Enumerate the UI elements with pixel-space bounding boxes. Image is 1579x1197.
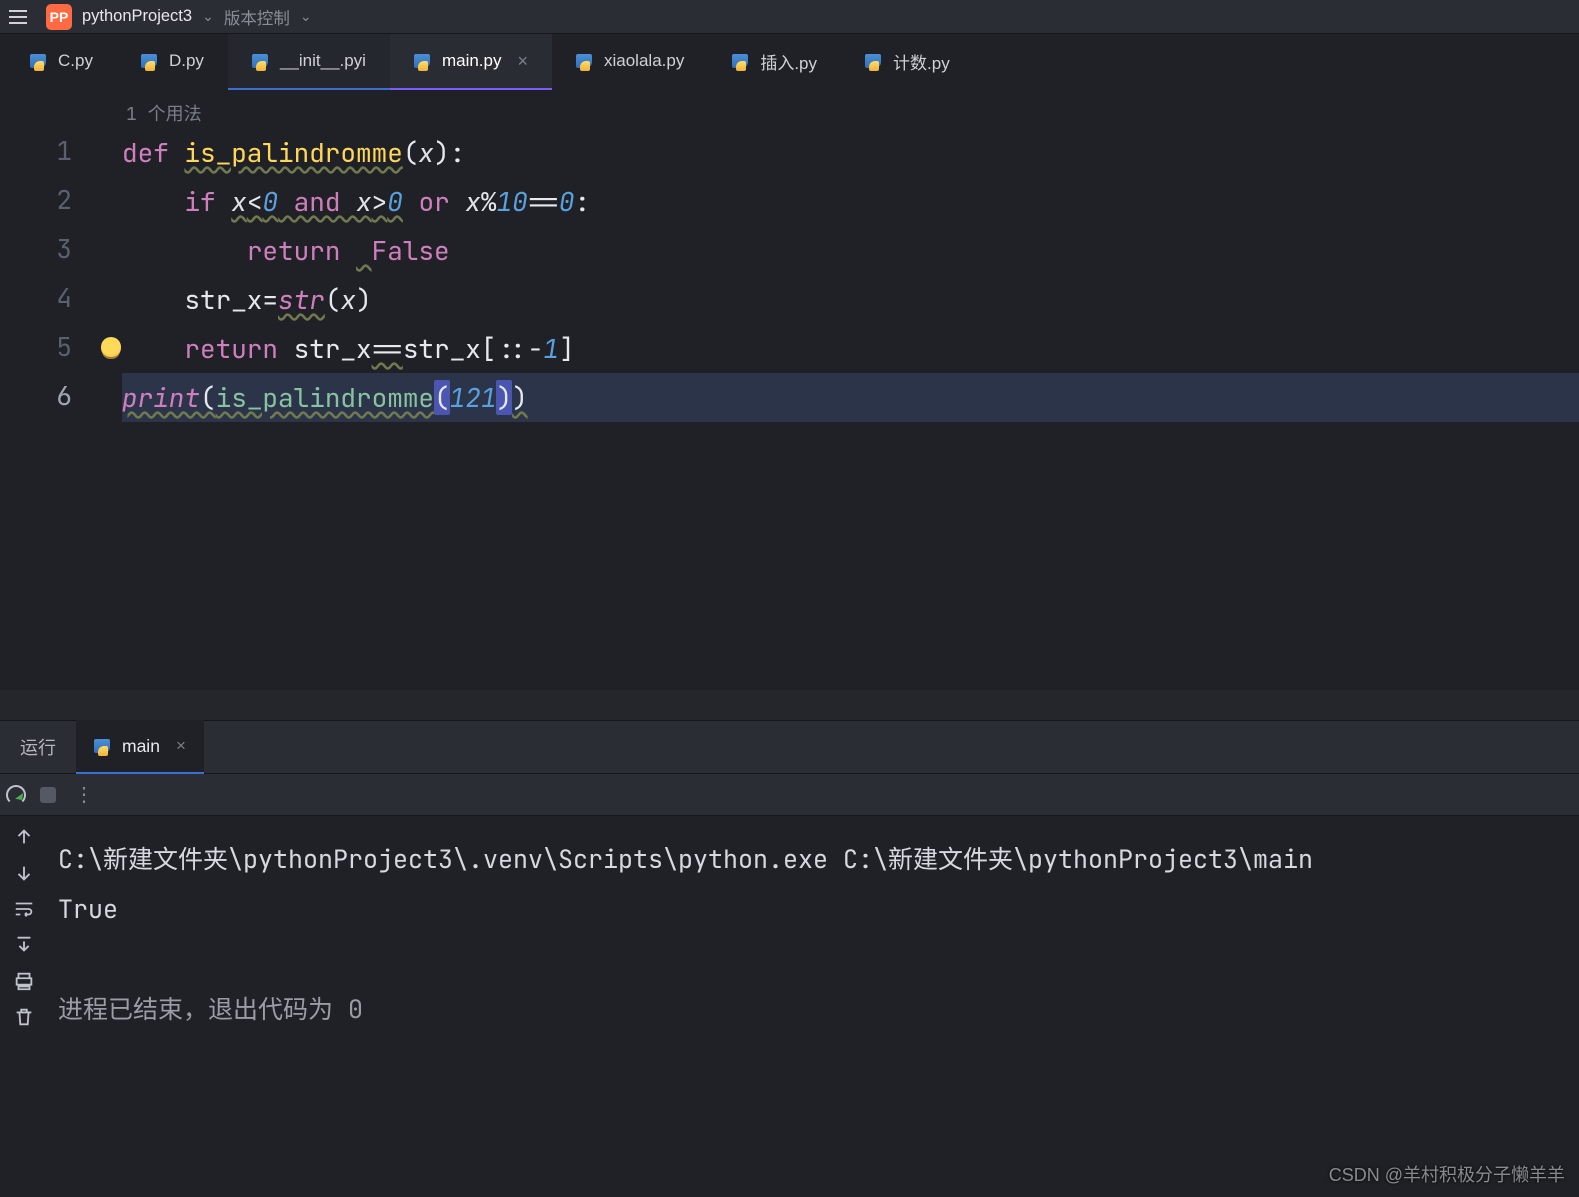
stop-icon[interactable] <box>40 787 56 803</box>
python-file-icon <box>865 51 883 71</box>
line-number: 3 <box>0 224 100 273</box>
editor-tabbar: C.py D.py __init__.pyi main.py × xiaolala… <box>0 34 1579 90</box>
scroll-to-end-icon[interactable] <box>13 934 35 956</box>
tab-label: 计数.py <box>893 49 950 74</box>
python-file-icon <box>141 51 159 71</box>
line-number: 5 <box>0 322 100 371</box>
trash-icon[interactable] <box>13 1006 35 1028</box>
more-icon[interactable]: ⋮ <box>70 782 92 807</box>
tab-main-py[interactable]: main.py × <box>390 34 552 90</box>
run-side-tools <box>0 816 48 1197</box>
run-panel-title: 运行 <box>0 734 76 760</box>
run-tab-label: main <box>122 736 160 757</box>
code-line-current[interactable]: print(is_palindromme(121)) <box>122 373 1579 422</box>
lightbulb-icon[interactable] <box>101 337 121 357</box>
vcs-menu[interactable]: 版本控制 <box>224 5 290 29</box>
tab-init-pyi[interactable]: __init__.pyi <box>228 34 390 90</box>
console-line: True <box>58 884 1569 934</box>
python-file-icon <box>414 51 432 71</box>
project-badge[interactable]: PP <box>46 4 72 30</box>
tab-label: __init__.pyi <box>280 51 366 71</box>
line-number: 2 <box>0 175 100 224</box>
console-output[interactable]: C:\新建文件夹\pythonProject3\.venv\Scripts\py… <box>48 816 1579 1197</box>
rerun-icon[interactable] <box>6 785 26 805</box>
code-editor[interactable]: 1 2 3 4 5 6 1 个用法 def is_palindromme(x):… <box>0 90 1579 690</box>
close-icon[interactable]: × <box>176 736 186 756</box>
code-line[interactable]: str_x=str(x) <box>122 275 1579 324</box>
line-number: 6 <box>0 371 100 420</box>
run-toolbar: ⋮ <box>0 774 1579 816</box>
python-file-icon <box>94 736 112 756</box>
tab-c-py[interactable]: C.py <box>6 34 117 90</box>
soft-wrap-icon[interactable] <box>13 898 35 920</box>
glyph-margin <box>100 90 122 690</box>
tab-charu-py[interactable]: 插入.py <box>708 34 841 90</box>
tab-d-py[interactable]: D.py <box>117 34 228 90</box>
watermark: CSDN @羊村积极分子懒羊羊 <box>1329 1161 1565 1187</box>
top-bar: PP pythonProject3 ⌄ 版本控制 ⌄ <box>0 0 1579 34</box>
tab-label: main.py <box>442 51 502 71</box>
panel-divider[interactable] <box>0 690 1579 720</box>
run-output-panel: C:\新建文件夹\pythonProject3\.venv\Scripts\py… <box>0 816 1579 1197</box>
line-number: 4 <box>0 273 100 322</box>
tab-label: D.py <box>169 51 204 71</box>
python-file-icon <box>576 51 594 71</box>
close-icon[interactable]: × <box>517 51 528 72</box>
run-tab-main[interactable]: main × <box>76 720 204 774</box>
python-file-icon <box>30 51 48 71</box>
code-line[interactable]: def is_palindromme(x): <box>122 128 1579 177</box>
code-area[interactable]: 1 个用法 def is_palindromme(x): if x<0 and … <box>122 90 1579 690</box>
arrow-down-icon[interactable] <box>13 862 35 884</box>
print-icon[interactable] <box>13 970 35 992</box>
console-line: C:\新建文件夹\pythonProject3\.venv\Scripts\py… <box>58 834 1569 884</box>
tab-label: C.py <box>58 51 93 71</box>
python-file-icon <box>732 51 750 71</box>
tab-xiaolala-py[interactable]: xiaolala.py <box>552 34 708 90</box>
console-exit-line: 进程已结束，退出代码为 0 <box>58 984 1569 1034</box>
main-menu-icon[interactable] <box>4 3 32 31</box>
tab-label: 插入.py <box>760 49 817 74</box>
arrow-up-icon[interactable] <box>13 826 35 848</box>
tab-label: xiaolala.py <box>604 51 684 71</box>
chevron-down-icon: ⌄ <box>300 8 312 25</box>
code-line[interactable]: return False <box>122 226 1579 275</box>
run-bar: 运行 main × <box>0 720 1579 774</box>
line-number: 1 <box>0 126 100 175</box>
code-line[interactable]: if x<0 and x>0 or x%10==0: <box>122 177 1579 226</box>
tab-jishu-py[interactable]: 计数.py <box>841 34 974 90</box>
usages-hint[interactable]: 1 个用法 <box>122 100 1579 128</box>
project-name[interactable]: pythonProject3 <box>82 7 192 26</box>
line-number-gutter: 1 2 3 4 5 6 <box>0 90 100 690</box>
python-file-icon <box>252 51 270 71</box>
chevron-down-icon: ⌄ <box>202 8 214 25</box>
code-line[interactable]: return str_x==str_x[::-1] <box>122 324 1579 373</box>
